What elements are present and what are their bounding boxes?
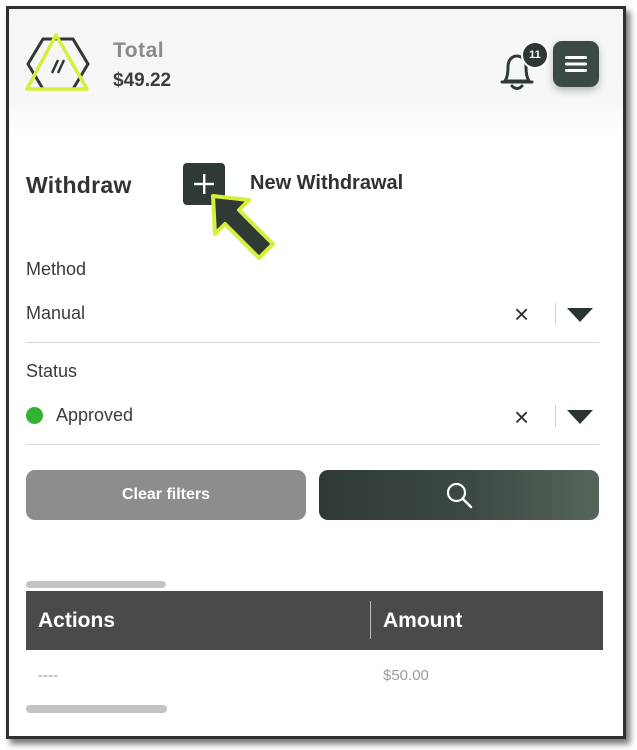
column-header-actions[interactable]: Actions [38,591,115,650]
total-title: Total [113,39,165,62]
app-frame: Total $49.22 11 Withdraw New Withdrawal … [6,6,626,739]
search-icon [446,482,473,509]
hamburger-menu-icon [565,56,587,72]
search-button[interactable] [319,470,599,520]
status-underline [26,444,599,445]
method-clear-icon[interactable]: × [514,301,529,327]
status-dropdown-caret-icon[interactable] [567,410,593,424]
method-value[interactable]: Manual [26,303,85,324]
total-amount: $49.22 [113,70,172,91]
notification-badge: 11 [521,41,549,69]
menu-button[interactable] [553,41,599,87]
row-amount-cell: $50.00 [383,667,429,684]
column-header-amount[interactable]: Amount [383,591,462,650]
logo-hexagon-triangle-icon[interactable] [25,33,91,95]
method-underline [26,342,599,343]
clear-filters-button[interactable]: Clear filters [26,470,306,520]
column-divider[interactable] [370,601,371,639]
table-header: Actions Amount [26,591,603,650]
table-scrollbar-top[interactable] [26,581,166,588]
status-value[interactable]: Approved [56,405,133,426]
plus-icon [194,174,214,194]
page-title: Withdraw [26,172,132,198]
method-dropdown-caret-icon[interactable] [567,308,593,322]
table-scrollbar-bottom[interactable] [26,705,167,713]
pointer-arrow-icon [211,194,275,260]
method-separator [555,303,556,325]
status-dot-icon [26,407,43,424]
status-label: Status [26,361,78,381]
status-separator [555,405,556,427]
method-label: Method [26,259,87,279]
row-actions-cell[interactable]: ---- [38,667,58,684]
status-clear-icon[interactable]: × [514,404,529,430]
header: Total $49.22 11 [9,9,623,139]
